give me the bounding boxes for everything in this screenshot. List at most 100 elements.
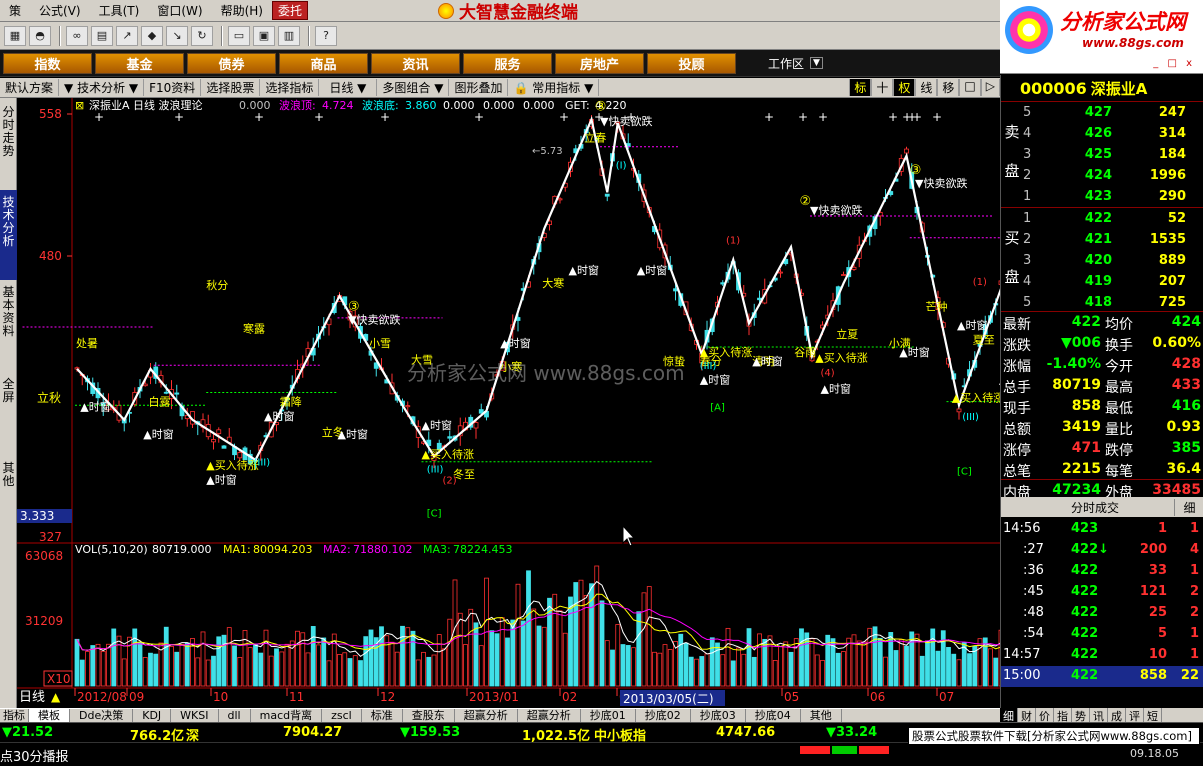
tab-overlay[interactable]: 图形叠加	[449, 79, 509, 96]
quote-tab-2[interactable]: 价	[1036, 708, 1054, 723]
nav-commodity-button[interactable]: 商品	[279, 52, 368, 74]
mode-rights-button[interactable]: 权	[893, 79, 916, 96]
indicator-tab[interactable]: 查股东	[403, 709, 455, 722]
indicator-tab[interactable]: 抄底03	[691, 709, 746, 722]
tick-row[interactable]: 14:56 423 1 1	[1001, 519, 1203, 540]
mode-next-button[interactable]: ▷	[980, 79, 1000, 96]
bid-row[interactable]: 3 420 889	[1023, 250, 1203, 271]
ask-row[interactable]: 3 425 184	[1023, 144, 1203, 165]
mode-window-button[interactable]: □	[959, 79, 981, 96]
sell-arrow-icon[interactable]: ↘	[166, 25, 188, 46]
tick-header-title[interactable]: 分时成交	[1071, 499, 1119, 516]
window-controls[interactable]: _ □ x	[1153, 58, 1195, 69]
indicator-tab[interactable]: 抄底02	[636, 709, 691, 722]
nav-bond-button[interactable]: 债券	[187, 52, 276, 74]
help-icon[interactable]: ?	[315, 25, 337, 46]
quote-tab-3[interactable]: 指	[1054, 708, 1072, 723]
nav-advisor-button[interactable]: 投顾	[647, 52, 736, 74]
broadcast-text[interactable]: 点30分播报	[0, 746, 69, 765]
chart-area[interactable]: ⊠ 深振业A 日线 波浪理论 0.000 波浪顶: 4.724 波浪底: 3.8…	[17, 98, 1072, 711]
tab-select-indicator[interactable]: 选择指标	[260, 79, 320, 96]
quote-tab-8[interactable]: 短	[1144, 708, 1162, 723]
tick-row[interactable]: :27 422↓ 200 4	[1001, 540, 1203, 561]
quote-tab-6[interactable]: 成	[1108, 708, 1126, 723]
mode-mark-button[interactable]: 标	[849, 79, 872, 96]
buy-arrow-icon[interactable]: ↗	[116, 25, 138, 46]
indicator-tab[interactable]: 超赢分析	[455, 709, 518, 722]
indicator-tab[interactable]: WKSI	[171, 709, 219, 722]
menu-item-formula[interactable]: 公式(V)	[30, 2, 90, 19]
hat-icon[interactable]: ◓	[29, 25, 51, 46]
bid-row[interactable]: 5 418 725	[1023, 292, 1203, 313]
tick-row[interactable]: :36 422 33 1	[1001, 561, 1203, 582]
sidetab-fullscreen[interactable]: 全屏	[0, 374, 17, 434]
tab-multi-chart[interactable]: 多图组合 ▼	[377, 79, 450, 96]
ad-banner[interactable]: 股票公式股票软件下载[分析家公式网www.88gs.com]	[908, 727, 1200, 745]
workspace-dropdown-icon[interactable]: ▼	[810, 57, 823, 69]
tick-row[interactable]: 15:00 422 858 22	[1001, 666, 1203, 687]
sidetab-tech-analysis[interactable]: 技术分析	[0, 190, 17, 280]
quote-tab-5[interactable]: 讯	[1090, 708, 1108, 723]
indicator-tab[interactable]: 其他	[801, 709, 842, 722]
refresh-icon[interactable]: ↻	[191, 25, 213, 46]
nav-fund-button[interactable]: 基金	[95, 52, 184, 74]
menu-item-window[interactable]: 窗口(W)	[148, 2, 211, 19]
books-icon[interactable]: ▥	[278, 25, 300, 46]
indicator-tab[interactable]: 标准	[362, 709, 403, 722]
sidetab-intraday[interactable]: 分时走势	[0, 102, 17, 188]
quote-tab-7[interactable]: 评	[1126, 708, 1144, 723]
stock-code[interactable]: 000006	[1020, 79, 1087, 98]
indicator-tab[interactable]: zscl	[322, 709, 362, 722]
ask-row[interactable]: 4 426 314	[1023, 123, 1203, 144]
bid-row[interactable]: 4 419 207	[1023, 271, 1203, 292]
indicator-tab[interactable]: Dde决策	[70, 709, 134, 722]
quote-tab-0[interactable]: 细	[1000, 708, 1018, 723]
tab-select-stock[interactable]: 选择股票	[201, 79, 261, 96]
sidetab-basic-info[interactable]: 基本资料	[0, 282, 17, 372]
menu-item-tools[interactable]: 工具(T)	[90, 2, 149, 19]
workspace-label[interactable]: 工作区	[768, 55, 804, 72]
indicator-tab[interactable]: dll	[219, 709, 251, 722]
tick-row[interactable]: 14:57 422 10 1	[1001, 645, 1203, 666]
ask-row[interactable]: 1 423 290	[1023, 186, 1203, 207]
nav-index-button[interactable]: 指数	[3, 52, 92, 74]
indicator-tab[interactable]: 模板	[29, 709, 70, 722]
ask-row[interactable]: 2 424 1996	[1023, 165, 1203, 186]
tick-detail-button[interactable]: 细	[1174, 498, 1203, 516]
quote-tab-1[interactable]: 财	[1018, 708, 1036, 723]
tick-row[interactable]: :45 422 121 2	[1001, 582, 1203, 603]
nav-service-button[interactable]: 服务	[463, 52, 552, 74]
chart-close-icon[interactable]: ⊠	[75, 99, 84, 112]
mode-cross-button[interactable]: 十	[871, 79, 894, 96]
tab-common-indicators[interactable]: 🔒 常用指标 ▼	[508, 79, 600, 96]
indicator-tab[interactable]: KDJ	[133, 709, 172, 722]
nav-realestate-button[interactable]: 房地产	[555, 52, 644, 74]
grid-icon[interactable]: ▤	[91, 25, 113, 46]
ask-row[interactable]: 5 427 247	[1023, 102, 1203, 123]
indicator-tab[interactable]: macd背离	[251, 709, 323, 722]
menu-item-strategy[interactable]: 策	[0, 2, 30, 19]
indicator-tab[interactable]: 指标	[0, 709, 29, 722]
tick-row[interactable]: :54 422 5 1	[1001, 624, 1203, 645]
binoculars-icon[interactable]: ∞	[66, 25, 88, 46]
menu-item-help[interactable]: 帮助(H)	[212, 2, 272, 19]
mode-move-button[interactable]: 移	[937, 79, 960, 96]
sidetab-other[interactable]: 其他	[0, 458, 17, 518]
chart-svg[interactable]: ⊠ 深振业A 日线 波浪理论 0.000 波浪顶: 4.724 波浪底: 3.8…	[17, 98, 1072, 708]
notes-icon[interactable]: ▭	[228, 25, 250, 46]
indicator-tab[interactable]: 抄底04	[746, 709, 801, 722]
tab-tech-analysis[interactable]: ▼ 技术分析 ▼	[59, 79, 145, 96]
mode-line-button[interactable]: 线	[915, 79, 938, 96]
tab-f10[interactable]: F10资料	[144, 79, 202, 96]
tab-daily[interactable]: 日线 ▼	[319, 79, 378, 96]
nav-news-button[interactable]: 资讯	[371, 52, 460, 74]
bid-row[interactable]: 1 422 52	[1023, 208, 1203, 229]
quote-tab-4[interactable]: 势	[1072, 708, 1090, 723]
trade-button[interactable]: 委托	[271, 1, 308, 20]
tab-default-scheme[interactable]: 默认方案	[0, 79, 60, 96]
indicator-tab[interactable]: 超赢分析	[518, 709, 581, 722]
bid-row[interactable]: 2 421 1535	[1023, 229, 1203, 250]
indicator-tab[interactable]: 抄底01	[581, 709, 636, 722]
tick-row[interactable]: :48 422 25 2	[1001, 603, 1203, 624]
diamond-icon[interactable]: ◆	[141, 25, 163, 46]
